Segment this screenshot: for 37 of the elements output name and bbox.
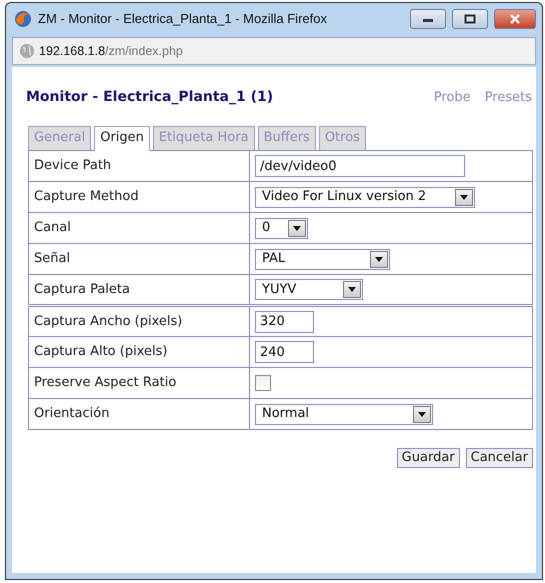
minimize-button[interactable] [410, 9, 446, 29]
field-label: Device Path [28, 150, 250, 182]
field-label: Captura Alto (pixels) [28, 336, 250, 368]
field-label: Señal [28, 244, 250, 274]
field-label: Captura Paleta [28, 274, 250, 306]
close-button[interactable] [494, 9, 536, 29]
minimize-icon [422, 16, 434, 22]
dropdown[interactable]: Normal [255, 404, 433, 424]
field-label: Canal [28, 212, 250, 244]
caret-icon [460, 194, 468, 200]
address-url[interactable]: 192.168.1.8/zm/index.php [39, 42, 183, 60]
field-label: Capture Method [28, 182, 250, 212]
dropdown[interactable]: YUYV [255, 279, 363, 300]
field-label: Orientación [28, 398, 250, 430]
field-label: Preserve Aspect Ratio [28, 368, 250, 398]
maximize-button[interactable] [452, 9, 488, 29]
checkbox[interactable] [255, 374, 271, 391]
window-title: ZM - Monitor - Electrica_Planta_1 - Mozilla Firefox [38, 10, 328, 28]
monitor-title: Monitor - Electrica_Planta_1 (1) [26, 88, 274, 107]
maximize-icon [464, 14, 476, 24]
caret-icon [293, 226, 301, 230]
text-field[interactable]: 240 [255, 341, 314, 363]
fox-logo-icon [14, 10, 32, 28]
dropdown[interactable]: 0 [255, 218, 308, 238]
cancel-button[interactable]: Cancelar [466, 448, 533, 468]
caret-icon [418, 412, 426, 416]
text-field[interactable]: /dev/video0 [255, 155, 465, 177]
tab[interactable]: Origen [94, 126, 150, 151]
close-icon [509, 14, 521, 24]
caret-icon [375, 256, 383, 262]
globe-icon [19, 43, 35, 59]
save-button[interactable]: Guardar [396, 448, 460, 468]
text-field[interactable]: 320 [255, 310, 314, 332]
caret-icon [348, 287, 356, 292]
dropdown[interactable]: PAL [255, 248, 390, 270]
field-label: Captura Ancho (pixels) [28, 306, 250, 336]
dropdown[interactable]: Video For Linux version 2 [255, 186, 475, 208]
